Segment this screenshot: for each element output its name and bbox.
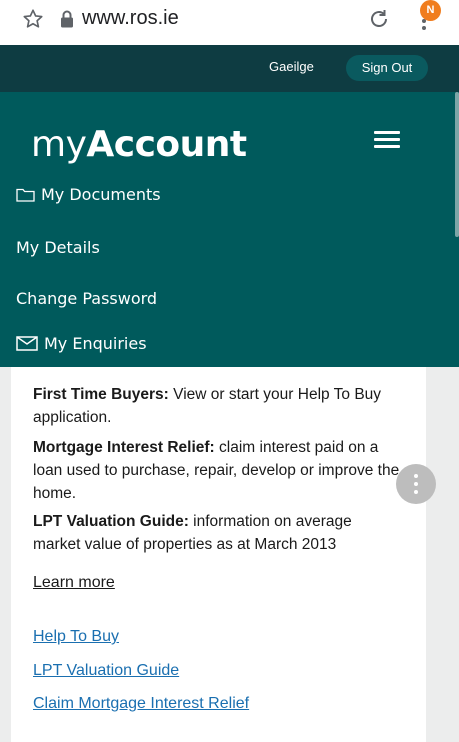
info-mortgage-interest-relief: Mortgage Interest Relief: claim interest…	[33, 436, 403, 505]
info-title: First Time Buyers:	[33, 386, 169, 403]
content-card: First Time Buyers: View or start your He…	[11, 367, 426, 742]
nav-item-label: My Details	[16, 238, 100, 257]
floating-more-options-button[interactable]	[396, 464, 436, 504]
lpt-valuation-guide-link[interactable]: LPT Valuation Guide	[33, 662, 179, 680]
notification-badge: N	[420, 0, 441, 21]
hamburger-menu-icon[interactable]	[374, 131, 400, 149]
lock-icon	[61, 10, 73, 28]
browser-toolbar: www.ros.ie N	[0, 0, 459, 45]
nav-item-my-enquiries[interactable]: My Enquiries	[16, 334, 147, 353]
info-lpt-valuation-guide: LPT Valuation Guide: information on aver…	[33, 510, 403, 556]
reload-icon[interactable]	[367, 7, 391, 31]
claim-mortgage-interest-relief-link[interactable]: Claim Mortgage Interest Relief	[33, 695, 249, 713]
help-to-buy-link[interactable]: Help To Buy	[33, 628, 119, 646]
info-title: Mortgage Interest Relief:	[33, 439, 215, 456]
nav-item-label: Change Password	[16, 289, 158, 308]
bookmark-star-icon[interactable]	[22, 8, 44, 30]
dot	[414, 474, 418, 478]
dot	[414, 482, 418, 486]
sign-out-button[interactable]: Sign Out	[346, 55, 428, 81]
myaccount-logo[interactable]: myAccount	[31, 124, 247, 165]
main-navigation: myAccount My Documents My Details Change…	[0, 92, 459, 367]
learn-more-link[interactable]: Learn more	[33, 574, 115, 592]
logo-account: Account	[86, 124, 247, 165]
address-bar-url[interactable]: www.ros.ie	[82, 7, 179, 30]
nav-item-my-details[interactable]: My Details	[16, 238, 100, 257]
envelope-icon	[16, 336, 38, 351]
utility-bar: Gaeilge Sign Out	[0, 45, 459, 92]
nav-item-change-password[interactable]: Change Password	[16, 289, 157, 308]
dot	[414, 490, 418, 494]
info-title: LPT Valuation Guide:	[33, 513, 189, 530]
logo-my: my	[31, 124, 87, 165]
scrollbar[interactable]	[455, 92, 459, 237]
language-link[interactable]: Gaeilge	[269, 59, 314, 74]
folder-icon	[16, 188, 35, 202]
nav-item-label: My Documents	[41, 185, 161, 204]
nav-item-label: My Enquiries	[44, 334, 147, 353]
info-first-time-buyers: First Time Buyers: View or start your He…	[33, 383, 403, 429]
nav-item-my-documents[interactable]: My Documents	[16, 185, 161, 204]
